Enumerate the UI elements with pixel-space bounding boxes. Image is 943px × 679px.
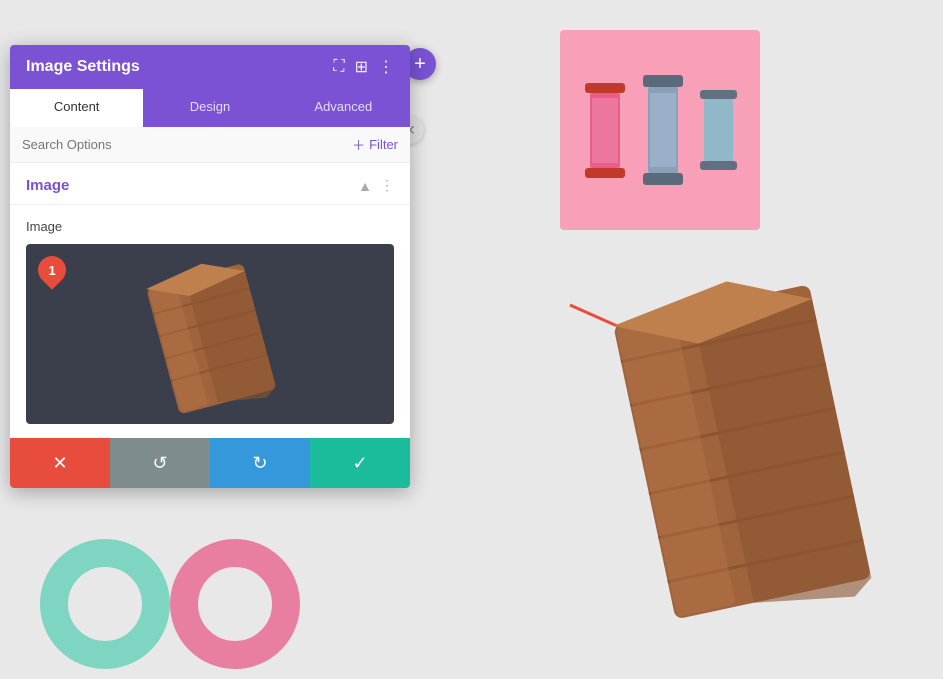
filter-icon: ＋ bbox=[352, 135, 365, 154]
section-menu-icon[interactable]: ⋮ bbox=[380, 177, 394, 194]
panel-header-icons: ⛶ ⊞ ⋮ bbox=[333, 57, 394, 77]
collapse-icon[interactable]: ▲ bbox=[358, 178, 372, 194]
section-header: Image ▲ ⋮ bbox=[10, 163, 410, 205]
filter-label: Filter bbox=[369, 137, 398, 152]
section-icons: ▲ ⋮ bbox=[358, 177, 394, 194]
redo-icon: ↻ bbox=[252, 453, 267, 474]
donuts-area bbox=[0, 519, 380, 679]
tab-design[interactable]: Design bbox=[143, 89, 276, 127]
filter-button[interactable]: ＋ Filter bbox=[352, 135, 398, 154]
image-field-label: Image bbox=[26, 219, 394, 234]
undo-button[interactable]: ↺ bbox=[110, 438, 210, 488]
columns-icon[interactable]: ⊞ bbox=[355, 57, 368, 77]
notification-badge: 1 bbox=[32, 250, 72, 290]
image-section: Image 1 bbox=[10, 205, 410, 438]
thread-image bbox=[560, 30, 760, 230]
chocolate-large-image bbox=[560, 240, 940, 640]
undo-icon: ↺ bbox=[152, 453, 167, 474]
panel-tabs: Content Design Advanced bbox=[10, 89, 410, 127]
pink-donut bbox=[170, 539, 300, 669]
image-preview[interactable]: 1 bbox=[26, 244, 394, 424]
badge-number: 1 bbox=[48, 263, 55, 278]
panel-header: Image Settings ⛶ ⊞ ⋮ bbox=[10, 45, 410, 89]
chocolate-preview-image bbox=[120, 254, 300, 414]
search-bar: ＋ Filter bbox=[10, 127, 410, 163]
tab-content[interactable]: Content bbox=[10, 89, 143, 127]
section-title: Image bbox=[26, 177, 69, 194]
redo-button[interactable]: ↻ bbox=[210, 438, 310, 488]
fullscreen-icon[interactable]: ⛶ bbox=[333, 58, 344, 76]
tab-advanced[interactable]: Advanced bbox=[277, 89, 410, 127]
pink-spool bbox=[580, 83, 630, 178]
light-spool bbox=[696, 90, 741, 170]
cancel-icon: ✕ bbox=[52, 453, 67, 474]
cancel-button[interactable]: ✕ bbox=[10, 438, 110, 488]
teal-donut bbox=[40, 539, 170, 669]
blue-spool bbox=[638, 75, 688, 185]
image-settings-panel: Image Settings ⛶ ⊞ ⋮ Content Design Adva… bbox=[10, 45, 410, 488]
confirm-icon: ✓ bbox=[352, 453, 367, 474]
more-options-icon[interactable]: ⋮ bbox=[378, 57, 394, 77]
search-input[interactable] bbox=[22, 137, 352, 152]
bottom-toolbar: ✕ ↺ ↻ ✓ bbox=[10, 438, 410, 488]
panel-title: Image Settings bbox=[26, 58, 140, 76]
confirm-button[interactable]: ✓ bbox=[310, 438, 410, 488]
